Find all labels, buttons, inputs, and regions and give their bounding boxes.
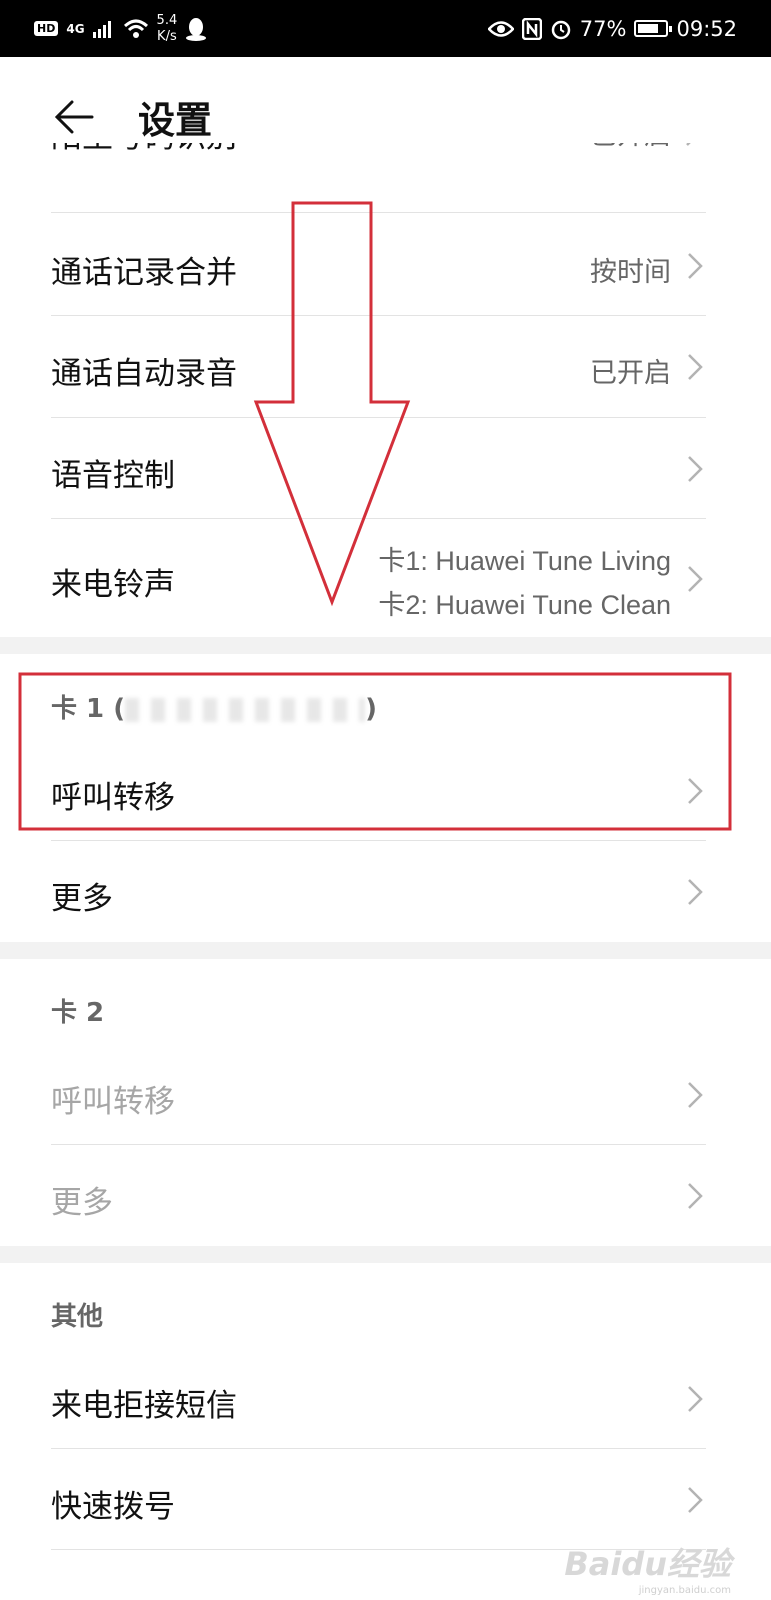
chevron-right-icon [688,778,703,804]
card1-title-text: 卡 1 ( [51,694,126,724]
row-label: 更多 [51,881,113,917]
qq-icon [186,17,207,41]
net-speed-unit: K/s [157,28,177,44]
clipped-row-label: 陌生号码识别 [51,143,237,156]
row-value: 已开启 [590,358,671,389]
card2-row-call-forwarding[interactable]: 呼叫转移 [51,1044,706,1145]
signal-icon [92,20,111,38]
clock: 09:52 [676,16,737,41]
chevron-right-icon [688,879,703,905]
chevron-right-icon [688,253,703,279]
status-left: HD 4G 5.4 K/s [34,0,207,57]
row-reject-sms[interactable]: 来电拒接短信 [51,1348,706,1449]
section-gap [0,1246,771,1263]
row-voice-control[interactable]: 语音控制 [51,418,706,519]
wifi-icon [123,19,148,38]
hd-badge: HD [34,21,59,36]
row-label: 呼叫转移 [51,1084,175,1120]
baidu-watermark-url: jingyan.baidu.com [638,1585,731,1596]
row-label: 通话自动录音 [51,356,237,392]
divider [51,212,706,213]
back-arrow-icon[interactable] [54,97,94,137]
clipped-row-value: 已开启 [590,143,671,152]
eye-icon [487,20,514,37]
page-title: 设置 [138,99,212,142]
chevron-right-icon [688,354,703,380]
row-auto-record[interactable]: 通话自动录音 已开启 [51,316,706,418]
chevron-right-icon [688,566,703,592]
section-gap [0,942,771,959]
card2-title: 卡 2 [51,998,105,1028]
chevron-right-icon [688,456,703,482]
status-bar: HD 4G 5.4 K/s 77% 09:52 [0,0,771,57]
net-speed: 5.4 K/s [157,13,178,45]
chevron-right-icon [688,1183,703,1209]
section-gap [0,637,771,654]
nfc-icon [521,17,542,40]
ringtone-values: 卡1: Huawei Tune Living 卡2: Huawei Tune C… [378,539,671,627]
row-ringtone[interactable]: 来电铃声 卡1: Huawei Tune Living 卡2: Huawei T… [51,519,706,637]
row-call-log-merge[interactable]: 通话记录合并 按时间 [51,215,706,316]
row-label: 呼叫转移 [51,780,175,816]
card1-title-end: ) [365,694,377,724]
chevron-right-icon [686,143,691,146]
card2-row-more[interactable]: 更多 [51,1145,706,1246]
chevron-right-icon [688,1487,703,1513]
card1-row-more[interactable]: 更多 [51,841,706,942]
row-label: 来电铃声 [51,567,175,603]
battery-percent: 77% [579,16,627,41]
battery-fill [638,24,659,33]
battery-icon [634,20,673,37]
row-label: 更多 [51,1185,113,1221]
row-value: 按时间 [590,257,671,288]
row-label: 来电拒接短信 [51,1388,237,1424]
app-bar: 设置 [0,57,771,143]
status-right: 77% 09:52 [487,0,737,57]
row-speed-dial[interactable]: 快速拨号 [51,1449,706,1550]
battery-tip [669,26,673,32]
alarm-icon [551,20,571,39]
chevron-right-icon [688,1082,703,1108]
redacted-number [125,697,366,722]
baidu-watermark: Baidu经验 [564,1545,731,1583]
ringtone-card2: 卡2: Huawei Tune Clean [378,590,671,620]
row-label: 快速拨号 [51,1489,175,1525]
net-speed-value: 5.4 [156,12,178,28]
network-type: 4G [66,21,85,36]
card1-row-call-forwarding[interactable]: 呼叫转移 [51,740,706,841]
row-label: 语音控制 [51,458,175,494]
card1-title: 卡 1 () [51,688,377,725]
clipped-row[interactable]: 陌生号码识别 已开启 [0,143,771,213]
ringtone-card1: 卡1: Huawei Tune Living [378,546,671,576]
chevron-right-icon [688,1386,703,1412]
row-label: 通话记录合并 [51,255,237,291]
other-title: 其他 [51,1302,104,1332]
